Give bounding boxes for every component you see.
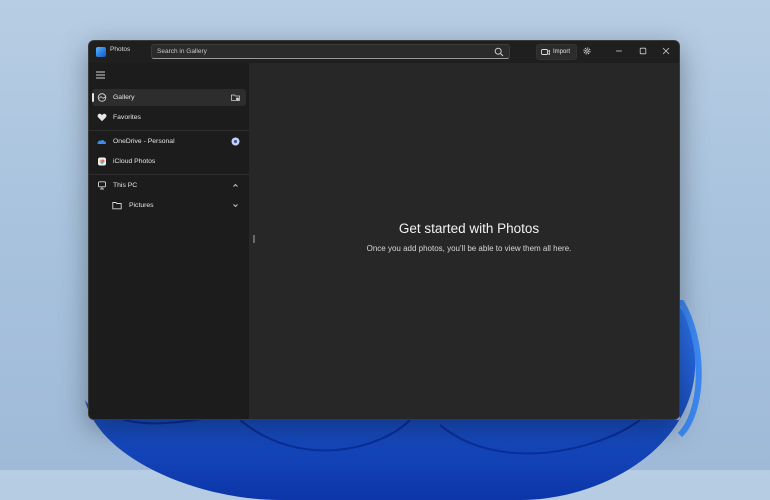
empty-state-subtitle: Once you add photos, you'll be able to v… [366, 244, 572, 253]
import-label: Import [553, 49, 571, 55]
navigation-sidebar: Gallery Favorites OneDrive - Personal iC… [89, 63, 249, 419]
sidebar-item-onedrive[interactable]: OneDrive - Personal [92, 133, 246, 150]
maximize-icon[interactable] [638, 46, 648, 56]
icloud-icon [98, 157, 106, 166]
search-box[interactable] [151, 44, 510, 59]
gallery-icon [97, 93, 107, 102]
chevron-up-icon[interactable] [231, 181, 240, 190]
sidebar-divider [89, 174, 249, 175]
import-icon [541, 49, 550, 56]
selection-indicator [92, 93, 94, 102]
chevron-down-icon[interactable] [231, 201, 240, 210]
sidebar-item-this-pc[interactable]: This PC [92, 177, 246, 194]
minimize-icon[interactable] [614, 46, 624, 56]
sidebar-item-favorites[interactable]: Favorites [92, 109, 246, 126]
app-title: Photos [110, 46, 131, 53]
import-button[interactable]: Import [536, 44, 577, 60]
title-bar: Photos Import [89, 41, 679, 63]
close-icon[interactable] [661, 46, 671, 56]
computer-icon [98, 181, 106, 190]
folder-icon [112, 202, 122, 210]
sidebar-item-label: OneDrive - Personal [113, 138, 175, 145]
sidebar-item-label: iCloud Photos [113, 158, 156, 165]
search-icon[interactable] [494, 47, 504, 57]
sidebar-item-label: This PC [113, 182, 138, 189]
sidebar-item-label: Favorites [113, 114, 141, 121]
sidebar-item-label: Pictures [129, 202, 154, 209]
hamburger-menu-icon[interactable] [96, 71, 105, 79]
sidebar-item-icloud[interactable]: iCloud Photos [92, 153, 246, 170]
pane-resize-handle[interactable] [253, 235, 255, 243]
add-folder-icon[interactable] [231, 93, 240, 102]
sidebar-item-label: Gallery [113, 94, 135, 101]
search-input[interactable] [157, 46, 487, 57]
main-content: Get started with Photos Once you add pho… [249, 63, 679, 419]
sidebar-item-pictures[interactable]: Pictures [92, 197, 246, 214]
settings-gear-icon[interactable] [582, 46, 592, 56]
heart-icon [97, 113, 107, 122]
photos-app-icon [96, 47, 106, 57]
empty-state-title: Get started with Photos [398, 221, 540, 236]
onedrive-cloud-icon [97, 139, 107, 144]
status-dot-icon [231, 137, 240, 146]
sidebar-item-gallery[interactable]: Gallery [92, 89, 246, 106]
sidebar-divider [89, 130, 249, 131]
photos-window: Photos Import [88, 40, 680, 420]
